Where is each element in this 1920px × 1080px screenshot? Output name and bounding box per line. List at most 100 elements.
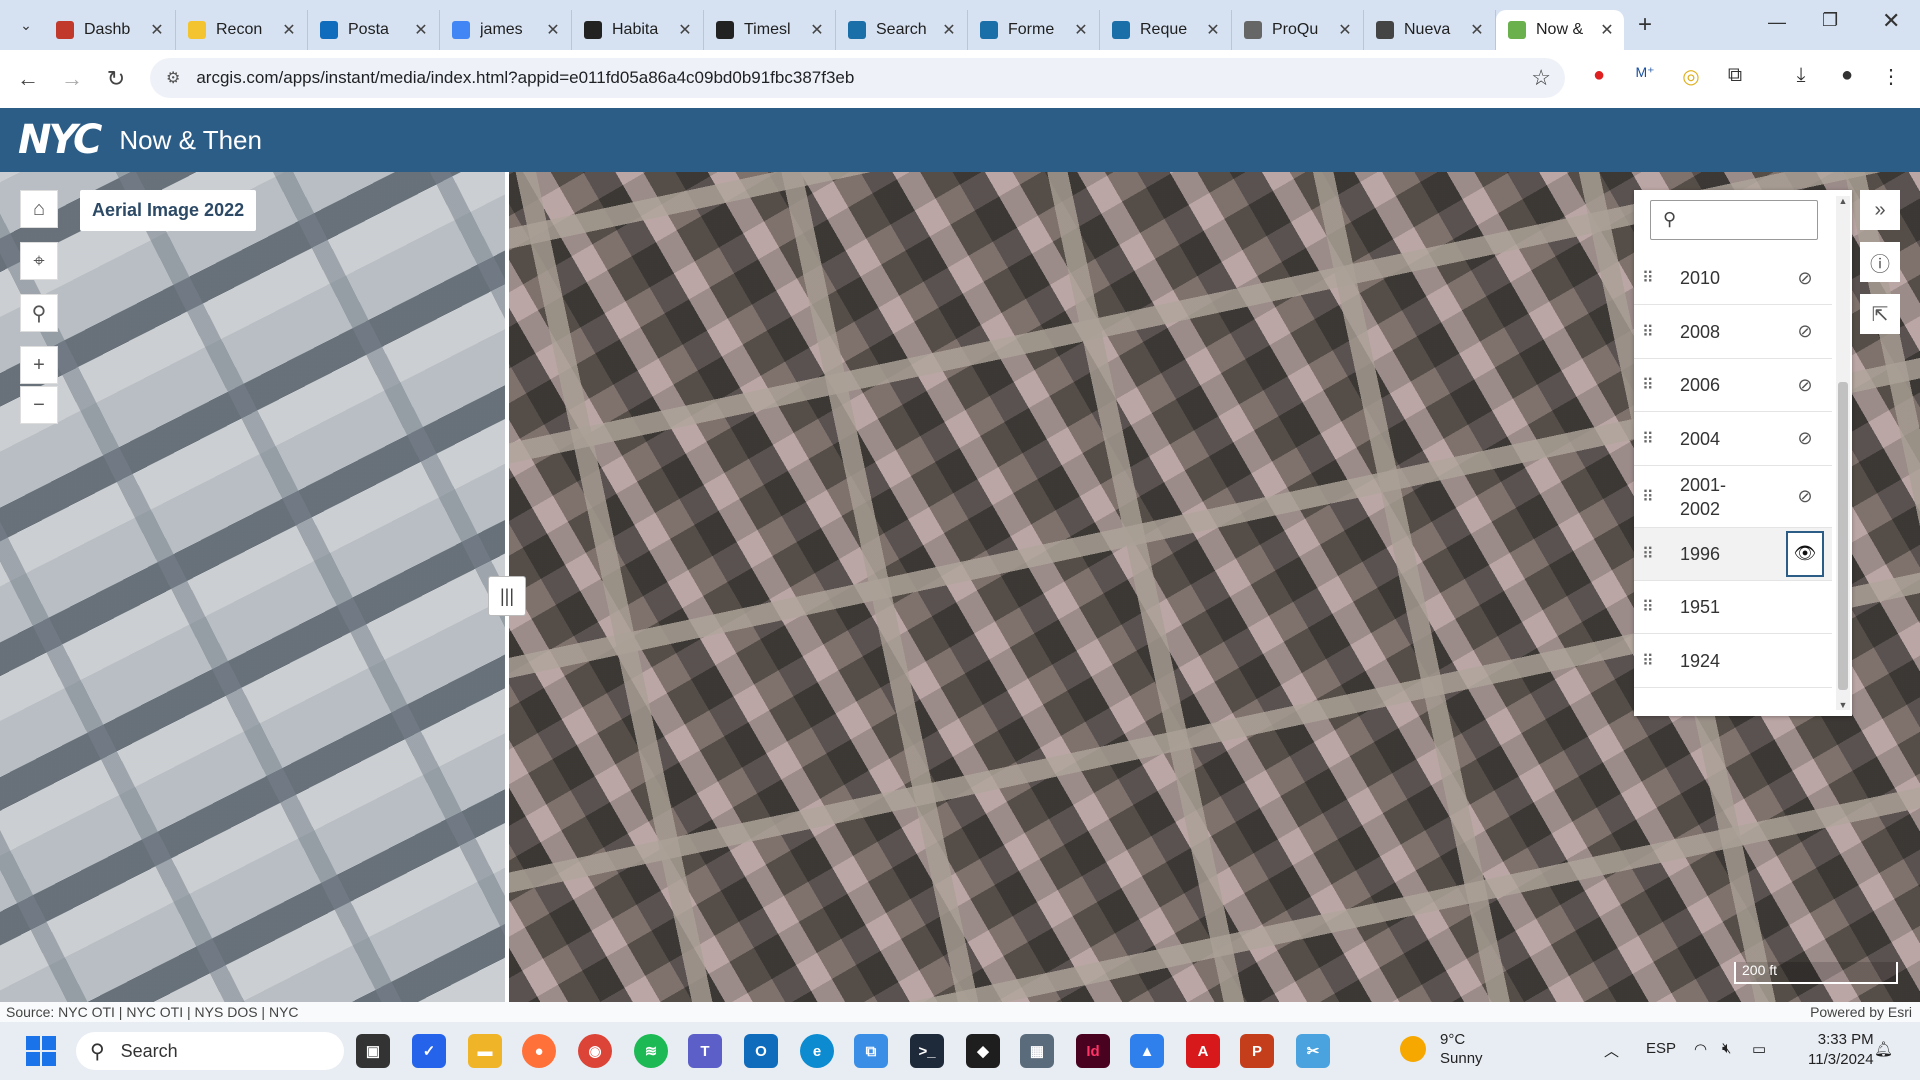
drag-handle-icon[interactable]: ⠿ — [1642, 429, 1662, 449]
close-tab-icon[interactable]: ✕ — [279, 20, 299, 40]
minimize-window-button[interactable]: — — [1768, 12, 1786, 33]
swipe-handle[interactable]: ||| — [488, 576, 526, 616]
browser-tab[interactable]: james ✕ — [440, 10, 572, 50]
drag-handle-icon[interactable]: ⠿ — [1642, 544, 1662, 564]
eye-hidden-icon[interactable]: ⊘ — [1786, 309, 1824, 355]
acrobat-icon[interactable]: A — [1186, 1034, 1220, 1068]
layer-row[interactable]: ⠿ 2006 ⊘ — [1634, 359, 1832, 412]
layer-row[interactable]: ⠿ 1951 — [1634, 581, 1832, 634]
drag-handle-icon[interactable]: ⠿ — [1642, 268, 1662, 288]
site-info-icon[interactable]: ⚙ — [166, 68, 180, 88]
browser-tab[interactable]: Habita ✕ — [572, 10, 704, 50]
firefox-icon[interactable]: ● — [522, 1034, 556, 1068]
indesign-icon[interactable]: Id — [1076, 1034, 1110, 1068]
close-tab-icon[interactable]: ✕ — [543, 20, 563, 40]
browser-tab[interactable]: Reque ✕ — [1100, 10, 1232, 50]
close-tab-icon[interactable]: ✕ — [675, 20, 695, 40]
browser-tab[interactable]: Recon ✕ — [176, 10, 308, 50]
opera-extension-icon[interactable]: ● — [1584, 64, 1614, 87]
drag-handle-icon[interactable]: ⠿ — [1642, 651, 1662, 671]
eye-hidden-icon[interactable]: ⊘ — [1786, 255, 1824, 301]
address-bar[interactable]: ⚙ arcgis.com/apps/instant/media/index.ht… — [150, 58, 1565, 98]
bookmark-star-icon[interactable]: ☆ — [1531, 65, 1551, 91]
reload-icon[interactable]: ↻ — [94, 66, 138, 92]
browser-tab[interactable]: Dashb ✕ — [44, 10, 176, 50]
browser-tab[interactable]: Search ✕ — [836, 10, 968, 50]
close-tab-icon[interactable]: ✕ — [411, 20, 431, 40]
outlook-icon[interactable]: O — [744, 1034, 778, 1068]
language-indicator[interactable]: ESP — [1646, 1040, 1676, 1057]
spotify-icon[interactable]: ≋ — [634, 1034, 668, 1068]
scroll-down-icon[interactable]: ▼ — [1836, 700, 1850, 710]
share-icon[interactable]: ⇱ — [1860, 294, 1900, 334]
close-window-button[interactable]: ✕ — [1882, 8, 1900, 34]
todo-icon[interactable]: ✓ — [412, 1034, 446, 1068]
home-button[interactable]: ⌂ — [20, 190, 58, 228]
calculator-icon[interactable]: ▦ — [1020, 1034, 1054, 1068]
windows-start-icon[interactable] — [26, 1036, 56, 1066]
browser-tab[interactable]: Posta ✕ — [308, 10, 440, 50]
layer-row[interactable]: ⠿ 1924 — [1634, 635, 1832, 688]
close-tab-icon[interactable]: ✕ — [1203, 20, 1223, 40]
system-clock[interactable]: 3:33 PM 11/3/2024 — [1808, 1030, 1874, 1070]
scroll-up-icon[interactable]: ▲ — [1836, 196, 1850, 206]
browser-tab[interactable]: Forme ✕ — [968, 10, 1100, 50]
file-explorer-icon[interactable]: ▬ — [468, 1034, 502, 1068]
layer-row[interactable]: ⠿ 2004 ⊘ — [1634, 413, 1832, 466]
download-icon[interactable]: ⤓ — [1786, 64, 1816, 87]
drag-handle-icon[interactable]: ⠿ — [1642, 597, 1662, 617]
close-tab-icon[interactable]: ✕ — [807, 20, 827, 40]
close-tab-icon[interactable]: ✕ — [1071, 20, 1091, 40]
close-tab-icon[interactable]: ✕ — [1598, 20, 1616, 40]
browser-tab[interactable]: Timesl ✕ — [704, 10, 836, 50]
eye-icon[interactable]: 👁︎ — [1786, 530, 1824, 577]
layer-row[interactable]: ⠿ 2001- 2002 ⊘ — [1634, 466, 1832, 528]
close-tab-icon[interactable]: ✕ — [1467, 20, 1487, 40]
zoom-out-button[interactable]: − — [20, 386, 58, 424]
collapse-panel-icon[interactable]: » — [1860, 190, 1900, 230]
task-view-icon[interactable]: ▣ — [356, 1034, 390, 1068]
browser-tab[interactable]: ProQu ✕ — [1232, 10, 1364, 50]
restore-window-button[interactable]: ❐ — [1822, 10, 1838, 31]
layer-row[interactable]: ⠿ 1996 👁︎ — [1634, 527, 1832, 581]
chrome-icon[interactable]: ◉ — [578, 1034, 612, 1068]
mendeley-extension-icon[interactable]: M⁺ — [1630, 64, 1660, 81]
layer-search-input[interactable]: ⚲ — [1650, 200, 1818, 240]
browser-menu-icon[interactable]: ⋮ — [1876, 64, 1906, 89]
locate-button[interactable]: ⌖ — [20, 242, 58, 280]
color-extension-icon[interactable]: ◎ — [1676, 64, 1706, 89]
eye-hidden-icon[interactable]: ⊘ — [1786, 474, 1824, 520]
drag-handle-icon[interactable]: ⠿ — [1642, 375, 1662, 395]
map-search-button[interactable]: ⚲ — [20, 294, 58, 332]
scroll-thumb[interactable] — [1838, 382, 1848, 690]
eye-hidden-icon[interactable]: ⊘ — [1786, 362, 1824, 408]
notification-bell-icon[interactable]: 🔔︎ — [1874, 1040, 1893, 1058]
info-icon[interactable]: ⓘ — [1860, 242, 1900, 282]
close-tab-icon[interactable]: ✕ — [147, 20, 167, 40]
close-tab-icon[interactable]: ✕ — [939, 20, 959, 40]
powerpoint-icon[interactable]: P — [1240, 1034, 1274, 1068]
snipping-tool-icon[interactable]: ✂ — [1296, 1034, 1330, 1068]
weather-widget[interactable]: 9°C Sunny — [1400, 1030, 1483, 1068]
new-tab-button[interactable]: + — [1638, 11, 1652, 39]
terminal-icon[interactable]: >_ — [910, 1034, 944, 1068]
teams-icon[interactable]: T — [688, 1034, 722, 1068]
close-tab-icon[interactable]: ✕ — [1335, 20, 1355, 40]
layer-row[interactable]: ⠿ 2010 ⊘ — [1634, 252, 1832, 305]
profile-avatar-icon[interactable]: ● — [1832, 64, 1862, 87]
zoom-in-button[interactable]: + — [20, 346, 58, 384]
extensions-puzzle-icon[interactable]: ⧉ — [1720, 64, 1750, 87]
photos-icon[interactable]: ▲ — [1130, 1034, 1164, 1068]
forward-icon[interactable]: → — [50, 66, 94, 92]
figma-icon[interactable]: ◆ — [966, 1034, 1000, 1068]
drag-handle-icon[interactable]: ⠿ — [1642, 487, 1662, 507]
tray-chevron-icon[interactable]: ︿ — [1604, 1040, 1619, 1061]
wifi-icon[interactable]: ◠ — [1694, 1040, 1707, 1058]
battery-icon[interactable]: ▭ — [1752, 1040, 1766, 1058]
taskbar-search[interactable]: ⚲ Search — [76, 1032, 344, 1070]
eye-hidden-icon[interactable]: ⊘ — [1786, 416, 1824, 462]
panel-scrollbar[interactable]: ▲ ▼ — [1836, 196, 1850, 710]
map-view[interactable]: ||| ⌂ ⌖ ⚲ + − Aerial Image 2022 ⚲ ⠿ 2010 ⊘… — [0, 172, 1920, 1002]
edge-icon[interactable]: e — [800, 1034, 834, 1068]
browser-tab[interactable]: Nueva ✕ — [1364, 10, 1496, 50]
